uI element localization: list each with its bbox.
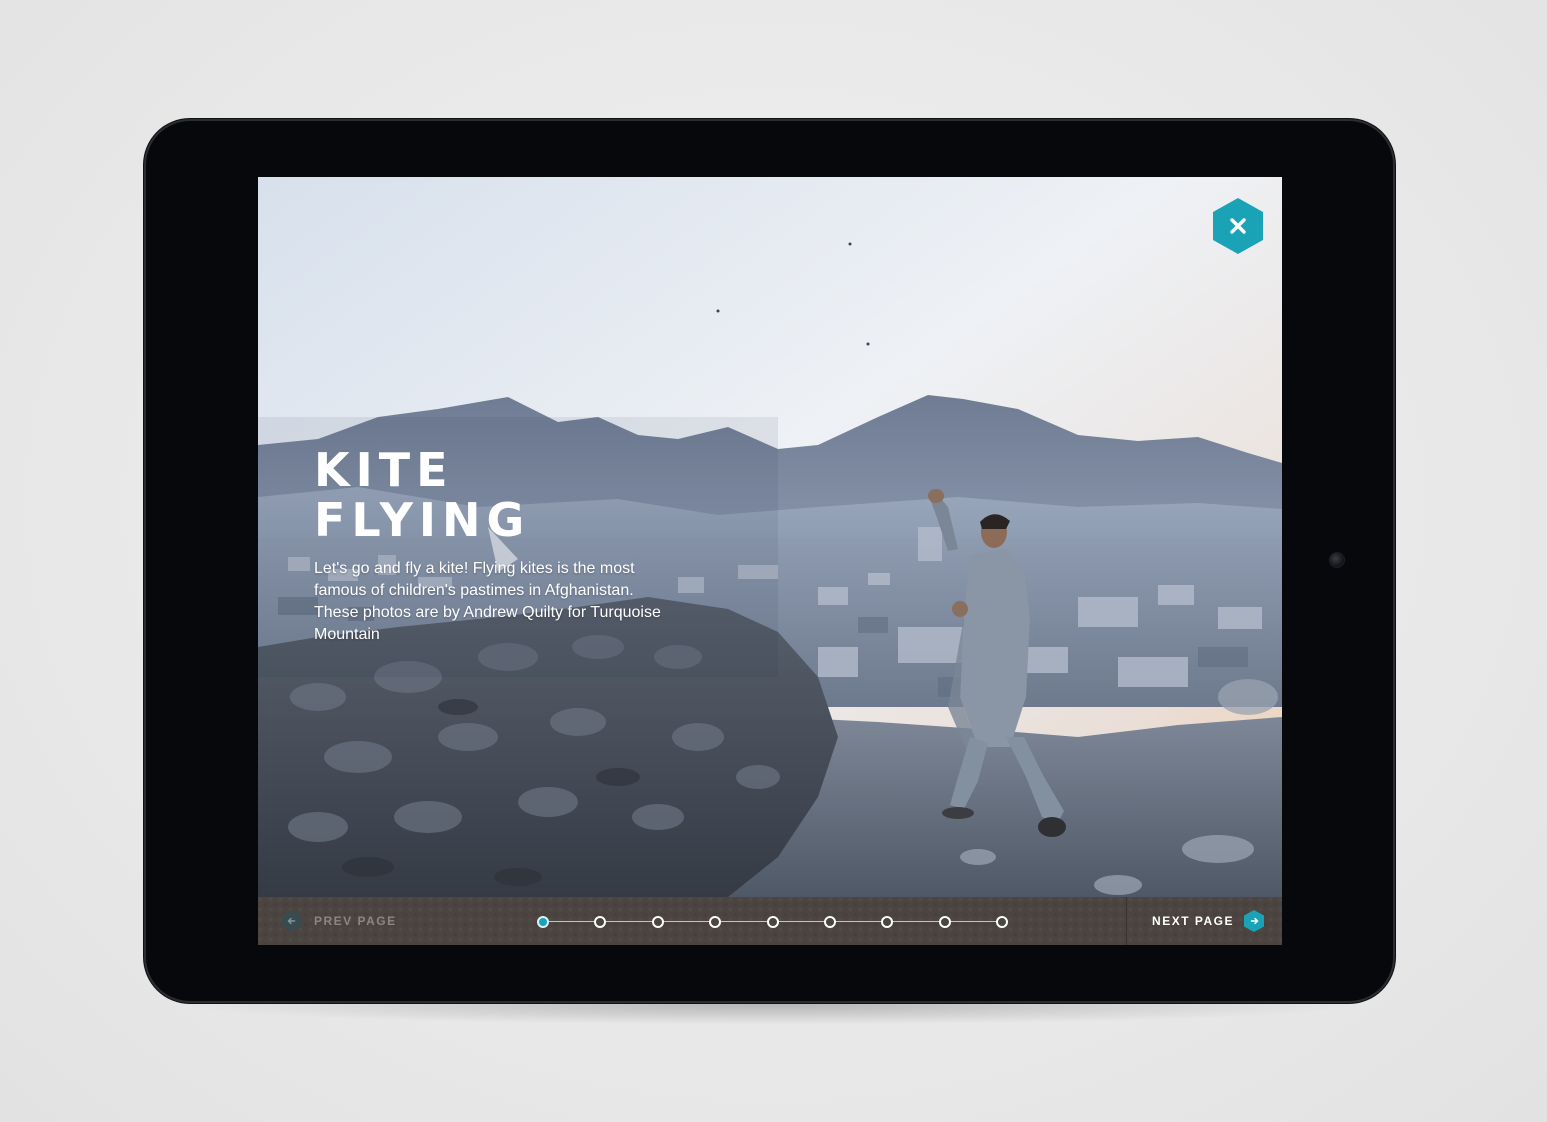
tablet-frame: KITE FLYING Let's go and fly a kite! Fly… bbox=[144, 119, 1395, 1003]
prev-page-button[interactable]: PREV PAGE bbox=[282, 910, 397, 932]
page-indicator bbox=[537, 915, 1009, 929]
page-intro: Let's go and fly a kite! Flying kites is… bbox=[314, 560, 661, 643]
close-button[interactable] bbox=[1213, 198, 1263, 254]
page-dot-4[interactable] bbox=[709, 916, 721, 928]
prev-page-label: PREV PAGE bbox=[314, 914, 397, 928]
next-page-button[interactable]: NEXT PAGE bbox=[1126, 897, 1282, 945]
page-dot-9[interactable] bbox=[996, 916, 1008, 928]
page-dot-8[interactable] bbox=[939, 916, 951, 928]
page-dot-7[interactable] bbox=[881, 916, 893, 928]
page-dot-2[interactable] bbox=[594, 916, 606, 928]
app-screen: KITE FLYING Let's go and fly a kite! Fly… bbox=[258, 177, 1282, 945]
arrow-left-icon bbox=[282, 910, 302, 932]
bottom-navigation-bar: PREV PAGE NEXT PAGE bbox=[258, 897, 1282, 945]
page-dot-5[interactable] bbox=[767, 916, 779, 928]
page-dot-6[interactable] bbox=[824, 916, 836, 928]
page-dot-1[interactable] bbox=[537, 916, 549, 928]
arrow-right-icon bbox=[1244, 910, 1264, 932]
camera-icon bbox=[1330, 553, 1344, 567]
page-dot-3[interactable] bbox=[652, 916, 664, 928]
page-title: KITE FLYING bbox=[314, 443, 531, 547]
next-page-label: NEXT PAGE bbox=[1152, 914, 1234, 928]
